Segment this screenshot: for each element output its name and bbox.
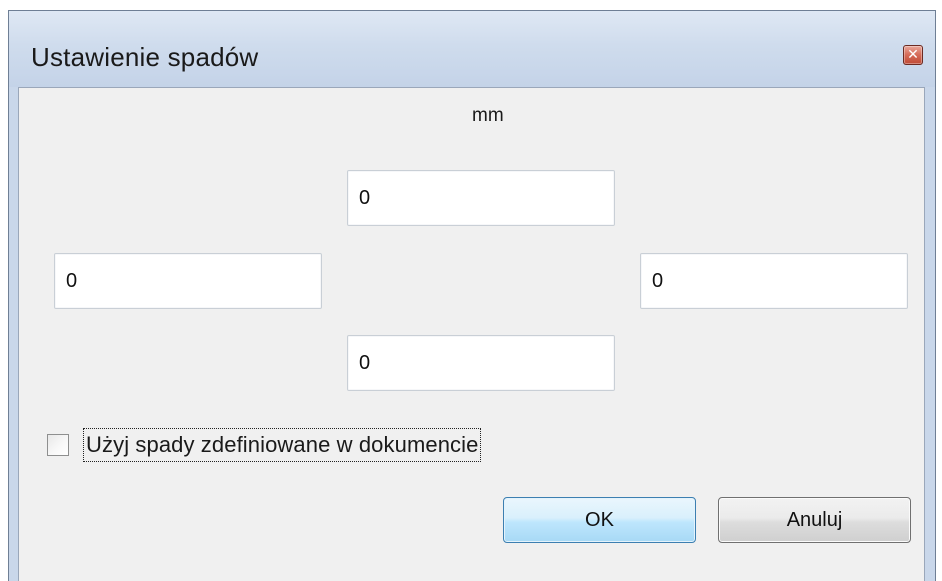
close-button[interactable]: ✕ — [903, 45, 923, 65]
use-document-bleed-checkbox[interactable] — [47, 434, 69, 456]
dialog-title: Ustawienie spadów — [31, 42, 259, 72]
use-document-bleed-label[interactable]: Użyj spady zdefiniowane w dokumencie — [83, 428, 482, 462]
bleed-right-input[interactable] — [640, 253, 908, 309]
bleed-left-input[interactable] — [54, 253, 322, 309]
title-bar[interactable]: Ustawienie spadów ✕ — [9, 11, 935, 87]
ok-button[interactable]: OK — [503, 497, 696, 543]
bleed-bottom-input[interactable] — [347, 335, 615, 391]
unit-label: mm — [472, 105, 504, 126]
close-icon: ✕ — [907, 46, 919, 62]
bleed-top-input[interactable] — [347, 170, 615, 226]
cancel-button[interactable]: Anuluj — [718, 497, 911, 543]
